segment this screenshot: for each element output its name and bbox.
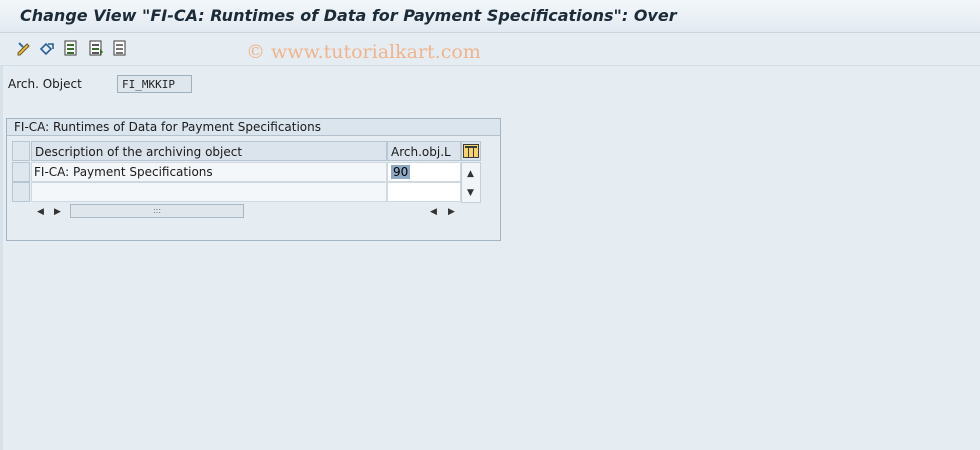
watermark: © www.tutorialkart.com — [246, 41, 481, 63]
row-selector-1[interactable] — [12, 162, 30, 182]
table-settings-icon[interactable] — [461, 141, 481, 161]
runtime-value[interactable]: 90 — [391, 165, 411, 179]
scroll-left-icon[interactable]: ◀ — [37, 207, 44, 217]
table-row-1-description: FI-CA: Payment Specifications — [31, 162, 387, 182]
column-header-arch-obj-l[interactable]: Arch.obj.L — [387, 141, 461, 161]
arch-object-label: Arch. Object — [8, 77, 82, 91]
arch-object-field[interactable]: FI_MKKIP — [117, 75, 192, 93]
screen-title: Change View "FI-CA: Runtimes of Data for… — [20, 6, 677, 25]
scroll-down-icon[interactable]: ▼ — [467, 188, 474, 198]
select-all-icon[interactable] — [62, 39, 80, 57]
select-all-rows-button[interactable] — [12, 141, 30, 161]
group-title: FI-CA: Runtimes of Data for Payment Spec… — [7, 119, 500, 136]
left-edge — [0, 66, 3, 450]
horizontal-scroll-thumb[interactable]: ::: — [70, 204, 244, 218]
table-row-2-description — [31, 182, 387, 202]
deselect-all-icon[interactable] — [111, 39, 129, 57]
scroll-right-icon[interactable]: ▶ — [54, 207, 61, 217]
title-bar: Change View "FI-CA: Runtimes of Data for… — [0, 0, 980, 33]
display-change-icon[interactable] — [15, 39, 33, 57]
table-row-1-runtime-input[interactable]: 90 — [387, 162, 461, 182]
row-selector-2[interactable] — [12, 182, 30, 202]
scroll-left-2-icon[interactable]: ◀ — [430, 207, 437, 217]
vertical-scrollbar[interactable]: ▲ ▼ — [461, 162, 481, 203]
scroll-right-2-icon[interactable]: ▶ — [448, 207, 455, 217]
other-view-icon[interactable] — [38, 39, 56, 57]
table-row-2-runtime-input[interactable] — [387, 182, 461, 202]
application-toolbar: © www.tutorialkart.com — [0, 33, 980, 66]
column-header-description[interactable]: Description of the archiving object — [31, 141, 387, 161]
scroll-up-icon[interactable]: ▲ — [467, 169, 474, 179]
select-block-icon[interactable] — [87, 39, 105, 57]
